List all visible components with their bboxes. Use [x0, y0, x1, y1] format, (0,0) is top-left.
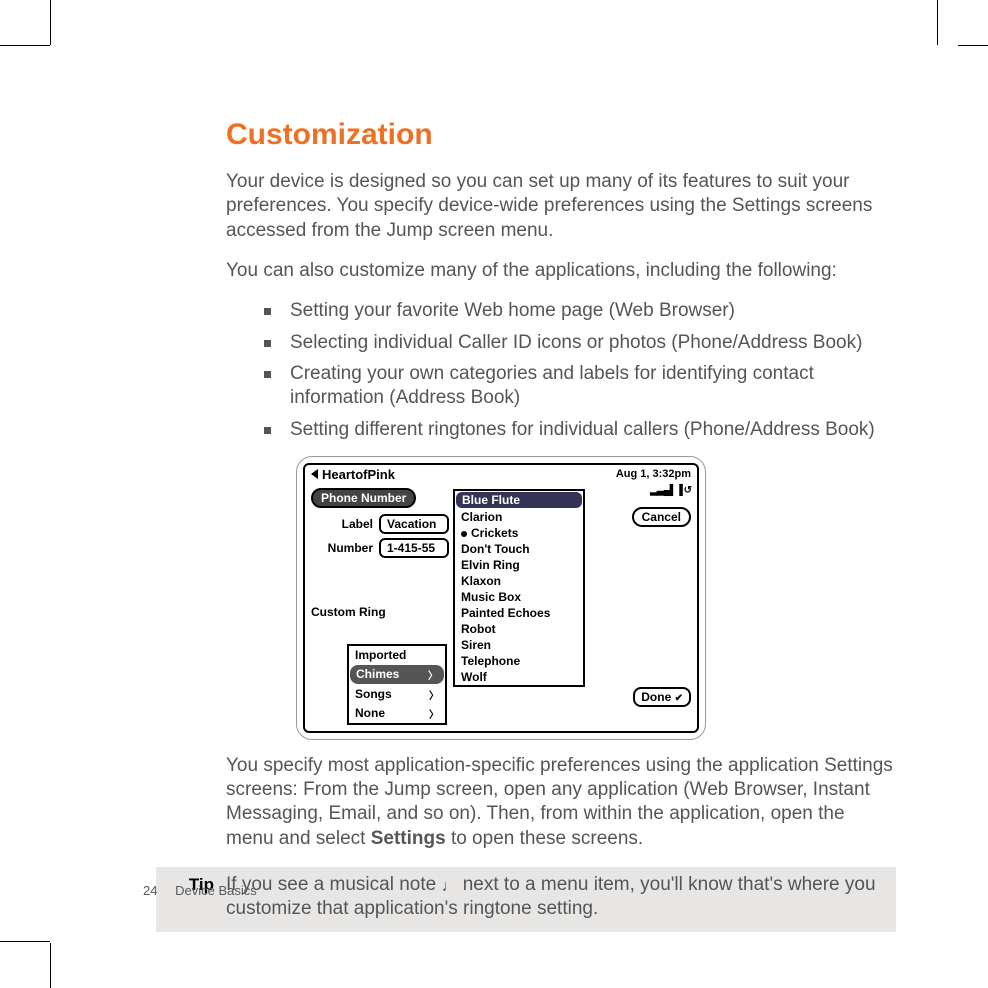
label-field-value[interactable]: Vacation — [379, 514, 449, 534]
device-screenshot: HeartofPink Aug 1, 3:32pm ▂▃▄▌▐ ↺ Phone … — [296, 456, 706, 740]
ringtone-item[interactable]: Elvin Ring — [455, 557, 583, 573]
check-icon: ✔ — [675, 693, 683, 704]
footer-section: Device Basics — [175, 883, 257, 898]
ringtone-item[interactable]: Crickets — [455, 525, 583, 541]
ringtone-item[interactable]: Clarion — [455, 509, 583, 525]
tip-box: Tip If you see a musical note ♩ next to … — [156, 867, 896, 932]
label-field-label: Label — [321, 517, 373, 531]
page-number: 24 — [143, 883, 157, 898]
section-heading: Customization — [226, 118, 896, 152]
ringtone-item[interactable]: Klaxon — [455, 573, 583, 589]
list-item: Setting different ringtones for individu… — [264, 418, 896, 442]
list-item: Selecting individual Caller ID icons or … — [264, 331, 896, 355]
ringtone-item[interactable]: Robot — [455, 621, 583, 637]
number-field-label: Number — [321, 541, 373, 555]
settings-paragraph: You specify most application-specific pr… — [226, 754, 896, 851]
signal-icon: ▂▃▄▌▐ ↺ — [650, 485, 691, 496]
ring-category-item[interactable]: None〉 — [349, 704, 445, 723]
ring-category-item-selected[interactable]: Chimes〉 — [350, 665, 444, 684]
done-button[interactable]: Done ✔ — [633, 687, 691, 707]
musical-note-icon: ♩ — [441, 879, 457, 895]
tip-text: If you see a musical note ♩ next to a me… — [226, 873, 894, 922]
ring-category-item[interactable]: Imported — [349, 646, 445, 664]
section-pill: Phone Number — [311, 488, 416, 508]
ringtone-item[interactable]: Don't Touch — [455, 541, 583, 557]
ring-category-item[interactable]: Songs〉 — [349, 685, 445, 704]
ringtone-list-panel: Blue Flute Clarion Crickets Don't Touch … — [453, 489, 585, 687]
ringtone-item[interactable]: Telephone — [455, 653, 583, 669]
ringtone-item[interactable]: Painted Echoes — [455, 605, 583, 621]
ringtone-item-selected[interactable]: Blue Flute — [456, 492, 582, 508]
list-item: Setting your favorite Web home page (Web… — [264, 299, 896, 323]
custom-ring-label: Custom Ring — [311, 605, 386, 619]
chevron-right-icon: 〉 — [428, 667, 438, 682]
ringtone-category-panel: Imported Chimes〉 Songs〉 None〉 — [347, 644, 447, 725]
cancel-button[interactable]: Cancel — [632, 507, 691, 527]
screen-title: HeartofPink — [322, 467, 395, 482]
ringtone-item[interactable]: Music Box — [455, 589, 583, 605]
number-field-value[interactable]: 1-415-55 — [379, 538, 449, 558]
datetime-label: Aug 1, 3:32pm — [616, 468, 691, 480]
list-item: Creating your own categories and labels … — [264, 362, 896, 411]
feature-list: Setting your favorite Web home page (Web… — [264, 299, 896, 442]
chevron-right-icon: 〉 — [429, 687, 439, 702]
intro-paragraph-1: Your device is designed so you can set u… — [226, 170, 896, 243]
ringtone-item[interactable]: Siren — [455, 637, 583, 653]
chevron-right-icon: 〉 — [429, 706, 439, 721]
ringtone-item[interactable]: Wolf — [455, 669, 583, 685]
intro-paragraph-2: You can also customize many of the appli… — [226, 259, 896, 283]
back-icon — [311, 469, 318, 479]
page-footer: 24 Device Basics — [143, 883, 257, 898]
